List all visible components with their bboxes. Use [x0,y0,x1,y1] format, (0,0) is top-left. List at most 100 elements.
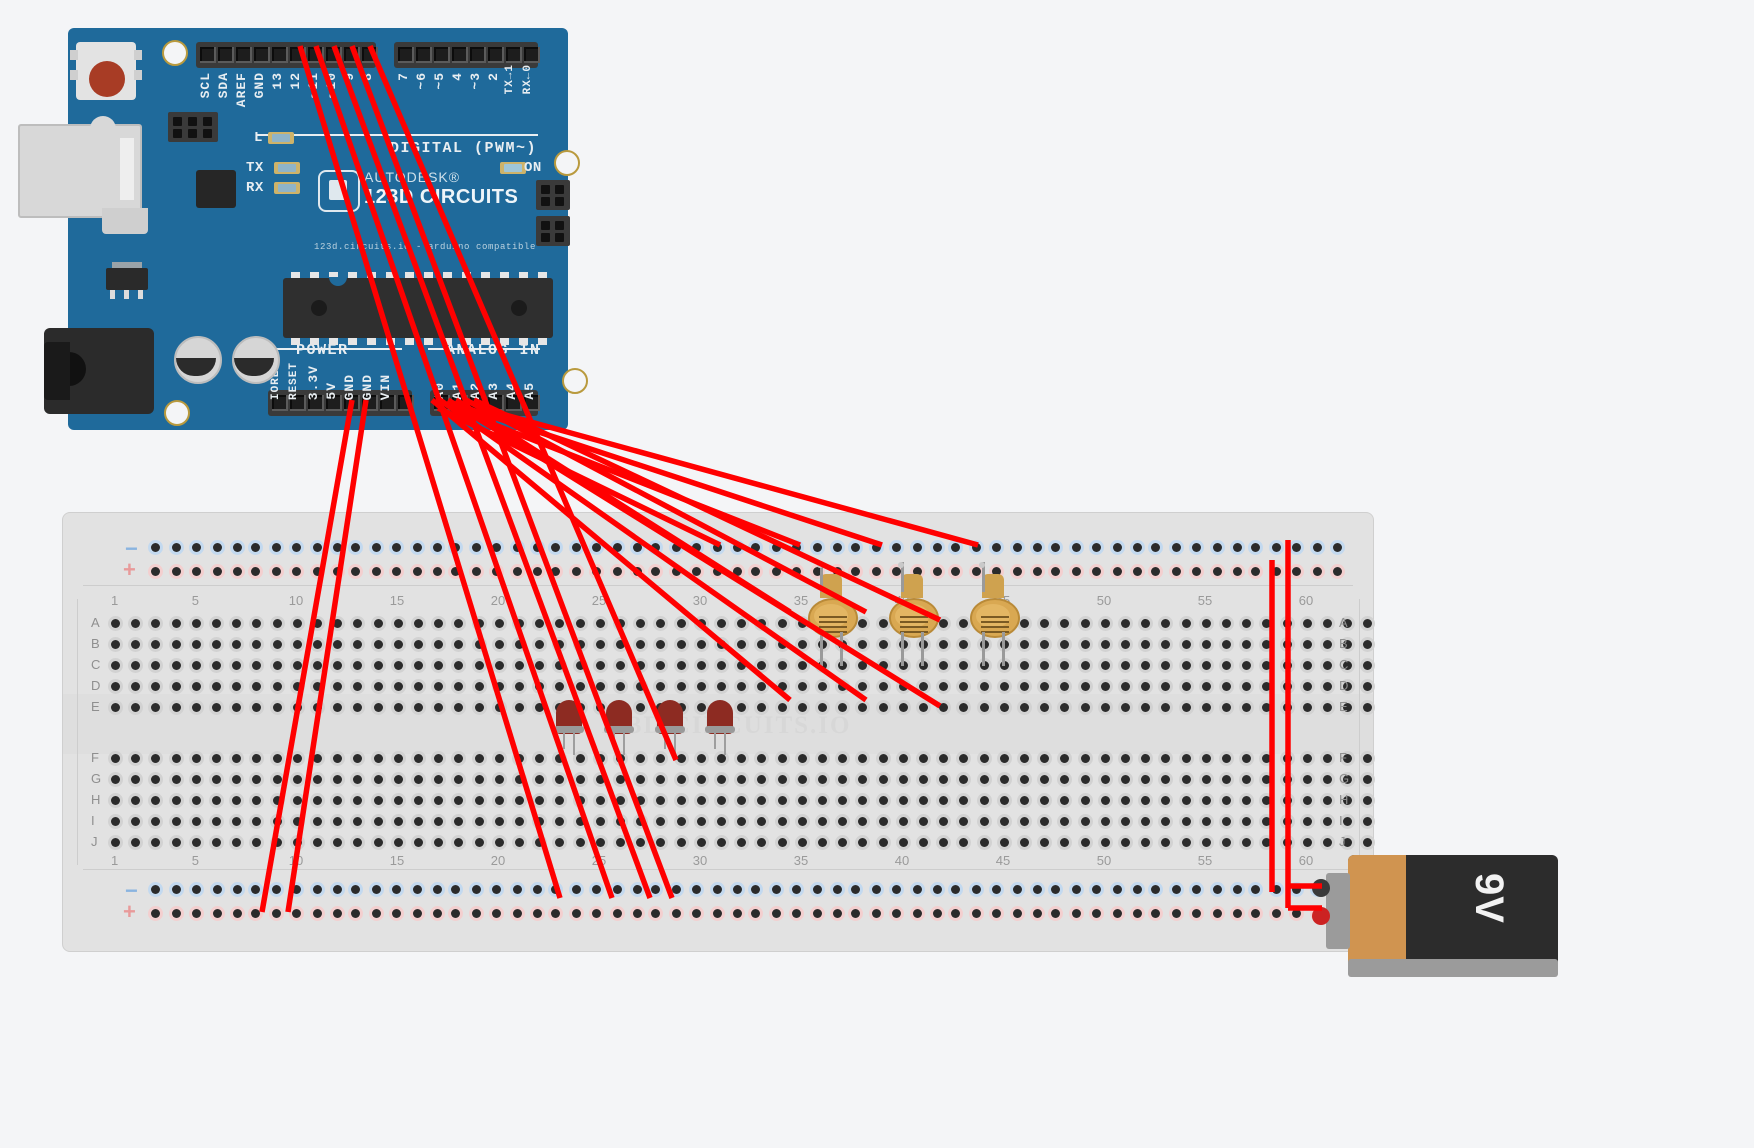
breadboard-hole[interactable] [515,796,524,805]
breadboard-hole[interactable] [1121,682,1130,691]
breadboard-hole[interactable] [1080,682,1090,691]
breadboard-hole[interactable] [676,796,686,805]
breadboard-hole[interactable] [433,885,442,894]
breadboard-hole[interactable] [1020,682,1029,691]
breadboard-hole[interactable] [818,796,827,805]
breadboard-hole[interactable] [1020,754,1029,763]
breadboard-hole[interactable] [515,682,524,691]
breadboard-hole[interactable] [1012,885,1022,894]
icsp-header-extra[interactable] [536,216,570,246]
breadboard-hole[interactable] [1201,754,1211,763]
breadboard-hole[interactable] [878,640,888,649]
breadboard-hole[interactable] [871,909,881,918]
breadboard-hole[interactable] [871,543,881,552]
breadboard-hole[interactable] [192,885,201,894]
header-pin[interactable] [506,47,522,63]
breadboard-hole[interactable] [818,682,827,691]
breadboard-hole[interactable] [351,543,360,552]
breadboard-hole[interactable] [515,817,524,826]
breadboard-hole[interactable] [1020,640,1029,649]
breadboard-hole[interactable] [1151,885,1160,894]
breadboard-hole[interactable] [1181,640,1191,649]
breadboard-hole[interactable] [777,682,787,691]
breadboard-hole[interactable] [451,567,460,576]
breadboard-hole[interactable] [1302,775,1312,784]
header-pin[interactable] [200,47,216,63]
breadboard-hole[interactable] [414,796,423,805]
breadboard-hole[interactable] [571,909,581,918]
breadboard-hole[interactable] [595,817,605,826]
breadboard-hole[interactable] [412,885,422,894]
breadboard-hole[interactable] [212,909,222,918]
breadboard-hole[interactable] [351,567,360,576]
breadboard-hole[interactable] [474,817,484,826]
breadboard-hole[interactable] [251,909,260,918]
breadboard-hole[interactable] [1033,909,1042,918]
breadboard-hole[interactable] [1323,796,1332,805]
breadboard-hole[interactable] [191,796,201,805]
breadboard-hole[interactable] [373,703,383,712]
breadboard-hole[interactable] [892,543,901,552]
breadboard-hole[interactable] [171,682,181,691]
breadboard-hole[interactable] [671,567,681,576]
breadboard-hole[interactable] [393,661,403,670]
breadboard-hole[interactable] [878,703,888,712]
breadboard-hole[interactable] [1292,885,1301,894]
breadboard-hole[interactable] [1181,838,1191,847]
breadboard-hole[interactable] [494,640,504,649]
breadboard-hole[interactable] [471,909,481,918]
breadboard-hole[interactable] [751,909,760,918]
breadboard-hole[interactable] [1282,775,1292,784]
breadboard-hole[interactable] [676,682,686,691]
breadboard-hole[interactable] [512,543,522,552]
breadboard-hole[interactable] [979,817,989,826]
breadboard-hole[interactable] [192,567,201,576]
breadboard-hole[interactable] [1233,543,1242,552]
breadboard-hole[interactable] [1121,703,1130,712]
breadboard-hole[interactable] [474,619,484,628]
breadboard-hole[interactable] [651,543,660,552]
breadboard-hole[interactable] [1201,682,1211,691]
breadboard-hole[interactable] [951,543,960,552]
breadboard-hole[interactable] [992,885,1001,894]
breadboard-hole[interactable] [1121,796,1130,805]
breadboard-hole[interactable] [595,775,605,784]
breadboard-hole[interactable] [696,703,706,712]
breadboard-hole[interactable] [571,885,581,894]
breadboard-hole[interactable] [1222,796,1231,805]
header-pin[interactable] [398,47,414,63]
header-pin[interactable] [488,47,504,63]
breadboard-hole[interactable] [671,543,681,552]
header-pin[interactable] [218,47,234,63]
breadboard-hole[interactable] [515,640,524,649]
breadboard-hole[interactable] [616,682,625,691]
breadboard-hole[interactable] [393,703,403,712]
breadboard-hole[interactable] [1302,817,1312,826]
breadboard-hole[interactable] [717,775,726,784]
breadboard-hole[interactable] [979,703,989,712]
breadboard-hole[interactable] [1251,543,1260,552]
breadboard-hole[interactable] [492,885,501,894]
breadboard-hole[interactable] [595,619,605,628]
breadboard-hole[interactable] [292,838,302,847]
breadboard-hole[interactable] [515,775,524,784]
breadboard-hole[interactable] [212,682,221,691]
breadboard-hole[interactable] [878,775,888,784]
breadboard-hole[interactable] [333,909,342,918]
breadboard-hole[interactable] [1222,661,1231,670]
breadboard-hole[interactable] [1312,543,1322,552]
breadboard-hole[interactable] [494,661,504,670]
breadboard-hole[interactable] [919,703,928,712]
breadboard-hole[interactable] [271,909,281,918]
breadboard-hole[interactable] [1282,619,1292,628]
breadboard-hole[interactable] [292,640,302,649]
breadboard-hole[interactable] [696,838,706,847]
header-pin[interactable] [398,395,414,411]
breadboard-hole[interactable] [251,543,260,552]
breadboard-hole[interactable] [818,838,827,847]
breadboard-hole[interactable] [797,619,807,628]
breadboard-hole[interactable] [575,817,585,826]
breadboard-hole[interactable] [292,619,302,628]
breadboard-hole[interactable] [414,775,423,784]
breadboard-hole[interactable] [292,796,302,805]
